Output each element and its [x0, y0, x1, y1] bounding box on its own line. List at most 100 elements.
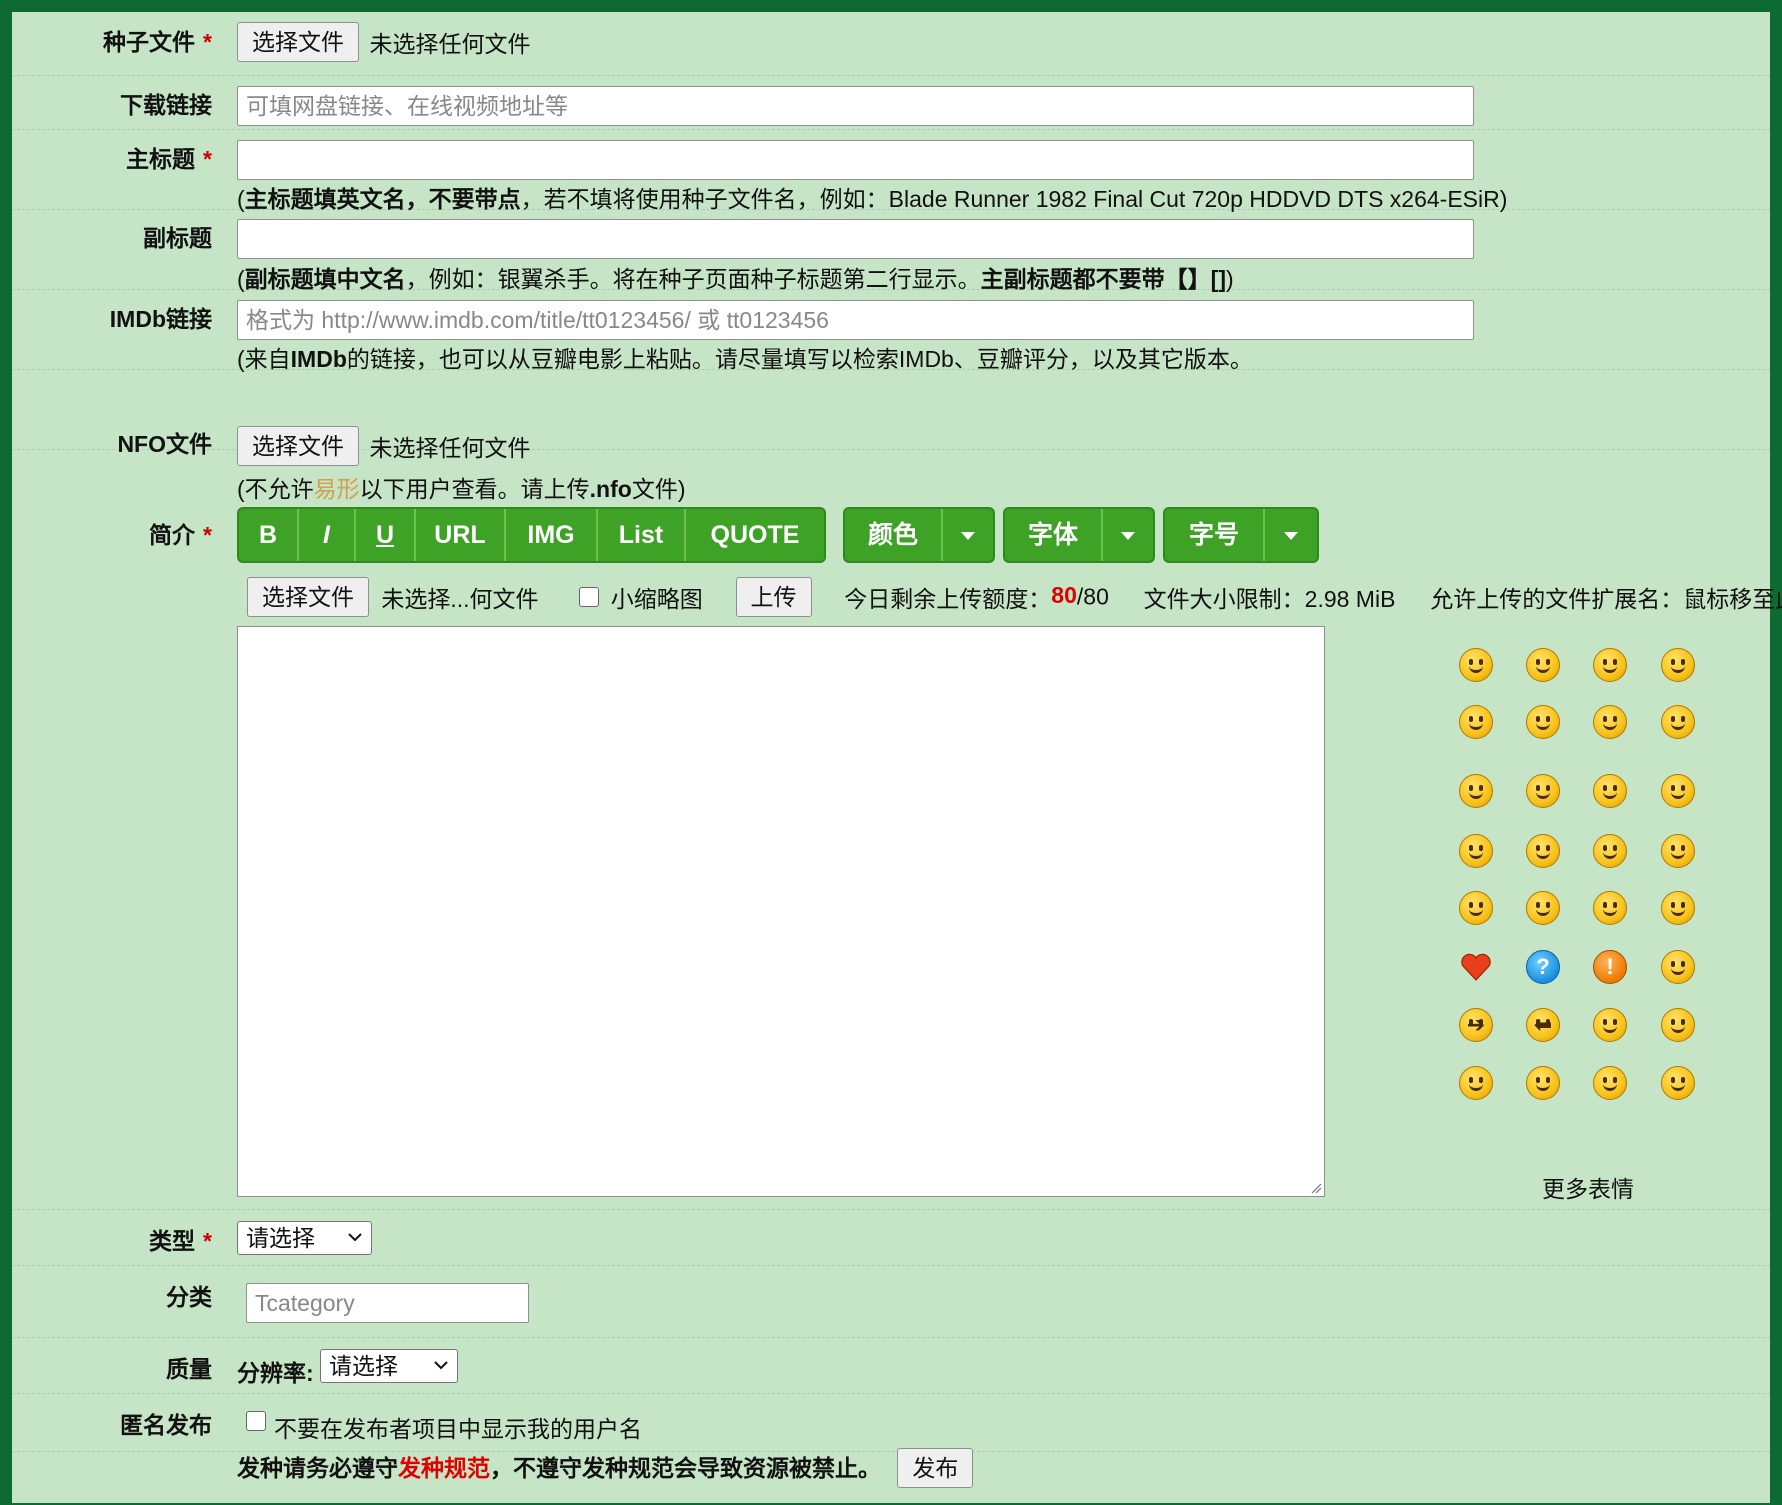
category-label: 分类: [166, 1284, 212, 1310]
quota-remaining: 80: [1051, 582, 1077, 609]
resize-handle-icon[interactable]: [1310, 1182, 1322, 1194]
image-upload-row: 选择文件 未选择...何文件 小缩略图 上传 今日剩余上传额度：80/80 文件…: [247, 577, 1782, 617]
quality-label: 质量: [166, 1356, 212, 1382]
kiss-icon[interactable]: [1593, 1066, 1627, 1100]
format-button-group: B I U URL IMG List QUOTE: [237, 507, 826, 563]
allowed-extensions[interactable]: 允许上传的文件扩展名：鼠标移至此: [1430, 586, 1782, 612]
row-anonymous: 匿名发布 不要在发布者项目中显示我的用户名: [12, 1394, 1770, 1452]
quota-label: 今日剩余上传额度：: [844, 586, 1052, 612]
quote-button[interactable]: QUOTE: [686, 509, 824, 561]
torrent-file-status: 未选择任何文件: [369, 31, 531, 57]
chevron-down-icon: [434, 1361, 448, 1370]
cry-icon[interactable]: [1526, 774, 1560, 808]
quota-total: /80: [1076, 583, 1109, 610]
confused-icon[interactable]: [1526, 834, 1560, 868]
main-title-label: 主标题 *: [126, 146, 212, 172]
rules-link[interactable]: 发种规范: [398, 1455, 490, 1481]
sad-icon[interactable]: [1459, 774, 1493, 808]
image-choose-button[interactable]: 选择文件: [247, 577, 369, 617]
worried-icon[interactable]: [1661, 891, 1695, 925]
font-chevron-down-icon: [1103, 509, 1153, 561]
sub-title-label: 副标题: [143, 225, 212, 251]
download-link-label: 下载链接: [120, 92, 212, 118]
row-type: 类型 * 请选择: [12, 1210, 1770, 1266]
submit-row: 发种请务必遵守发种规范，不遵守发种规范会导致资源被禁止。 发布: [237, 1448, 974, 1488]
thumbs-down-icon[interactable]: [1459, 891, 1493, 925]
color-chevron-down-icon: [943, 509, 993, 561]
size-button-label: 字号: [1165, 509, 1265, 561]
main-title-input[interactable]: [237, 140, 1474, 180]
anonymous-label: 匿名发布: [120, 1412, 212, 1438]
shock-icon[interactable]: [1661, 648, 1695, 682]
row-torrent-file: 种子文件 * 选择文件 未选择任何文件: [12, 12, 1770, 76]
type-label: 类型 *: [149, 1228, 212, 1254]
italic-button[interactable]: I: [299, 509, 356, 561]
doubt-icon[interactable]: [1459, 1066, 1493, 1100]
description-textarea[interactable]: [237, 626, 1325, 1197]
size-dropdown[interactable]: 字号: [1163, 507, 1319, 563]
neutral-icon[interactable]: [1593, 705, 1627, 739]
laugh-icon[interactable]: [1593, 648, 1627, 682]
color-button-label: 颜色: [845, 509, 943, 561]
exclamation-icon[interactable]: !: [1593, 950, 1627, 984]
size-chevron-down-icon: [1265, 509, 1317, 561]
row-quality: 质量 分辨率: 请选择: [12, 1338, 1770, 1394]
arrow-left-icon[interactable]: ⬅: [1526, 1008, 1560, 1042]
torrent-file-choose-button[interactable]: 选择文件: [237, 22, 359, 62]
thumbnail-checkbox[interactable]: [579, 587, 600, 607]
chevron-down-icon: [348, 1233, 362, 1242]
facepalm-icon[interactable]: [1661, 1008, 1695, 1042]
sub-title-input[interactable]: [237, 219, 1474, 259]
row-nfo: NFO文件 选择文件 未选择任何文件 (不允许易形以下用户查看。请上传.nfo文…: [12, 370, 1770, 502]
resolution-select[interactable]: 请选择: [320, 1349, 458, 1383]
think-icon[interactable]: [1661, 705, 1695, 739]
sleep-icon[interactable]: [1661, 774, 1695, 808]
size-limit: 文件大小限制：2.98 MiB: [1143, 586, 1396, 612]
smirk-icon[interactable]: [1661, 1066, 1695, 1100]
underline-button[interactable]: U: [356, 509, 416, 561]
tongue-icon[interactable]: [1459, 705, 1493, 739]
surprise-icon[interactable]: [1593, 774, 1627, 808]
imdb-label: IMDb链接: [109, 306, 212, 332]
smile-icon[interactable]: [1459, 648, 1493, 682]
grimace-icon[interactable]: [1593, 1008, 1627, 1042]
main-title-hint: (主标题填英文名，不要带点，若不填将使用种子文件名，例如：Blade Runne…: [237, 186, 1508, 212]
imdb-input[interactable]: 格式为 http://www.imdb.com/title/tt0123456/…: [237, 300, 1474, 340]
blush-icon[interactable]: [1526, 891, 1560, 925]
grin-icon[interactable]: [1526, 648, 1560, 682]
font-dropdown[interactable]: 字体: [1003, 507, 1155, 563]
heart-icon[interactable]: [1459, 950, 1493, 984]
row-category: 分类 Tcategory: [12, 1266, 1770, 1338]
sub-title-hint: (副标题填中文名，例如：银翼杀手。将在种子页面种子标题第二行显示。主副标题都不要…: [237, 266, 1234, 292]
happy-icon[interactable]: [1593, 891, 1627, 925]
resolution-label: 分辨率:: [237, 1360, 314, 1386]
bold-button[interactable]: B: [239, 509, 299, 561]
category-input[interactable]: Tcategory: [246, 1283, 529, 1323]
imdb-hint: (来自IMDb的链接，也可以从豆瓣电影上粘贴。请尽量填写以检索IMDb、豆瓣评分…: [237, 346, 1253, 372]
angel-icon[interactable]: [1459, 834, 1493, 868]
anonymous-checkbox-label: 不要在发布者项目中显示我的用户名: [274, 1416, 642, 1442]
img-button[interactable]: IMG: [506, 509, 598, 561]
notice-prefix: 发种请务必遵守: [237, 1455, 398, 1481]
anonymous-checkbox[interactable]: [246, 1411, 266, 1431]
row-sub-title: 副标题 (副标题填中文名，例如：银翼杀手。将在种子页面种子标题第二行显示。主副标…: [12, 210, 1770, 292]
image-file-status: 未选择...何文件: [381, 586, 539, 612]
color-dropdown[interactable]: 颜色: [843, 507, 995, 563]
cool-icon[interactable]: [1661, 834, 1695, 868]
type-select[interactable]: 请选择: [237, 1221, 372, 1255]
question-icon[interactable]: ?: [1526, 950, 1560, 984]
list-button[interactable]: List: [598, 509, 686, 561]
glasses-icon[interactable]: [1526, 1066, 1560, 1100]
torrent-file-label: 种子文件 *: [103, 29, 212, 55]
arrow-right-icon[interactable]: ➔: [1459, 1008, 1493, 1042]
notice-suffix: ，不遵守发种规范会导致资源被禁止。: [490, 1455, 881, 1481]
wink-icon[interactable]: [1526, 705, 1560, 739]
more-smilies-link[interactable]: 更多表情: [1542, 1170, 1634, 1204]
url-button[interactable]: URL: [416, 509, 506, 561]
idea-icon[interactable]: [1661, 950, 1695, 984]
download-link-input[interactable]: 可填网盘链接、在线视频地址等: [237, 86, 1474, 126]
row-imdb: IMDb链接 格式为 http://www.imdb.com/title/tt0…: [12, 290, 1770, 372]
submit-button[interactable]: 发布: [897, 1448, 974, 1488]
relieved-icon[interactable]: [1593, 834, 1627, 868]
upload-button[interactable]: 上传: [735, 577, 812, 617]
